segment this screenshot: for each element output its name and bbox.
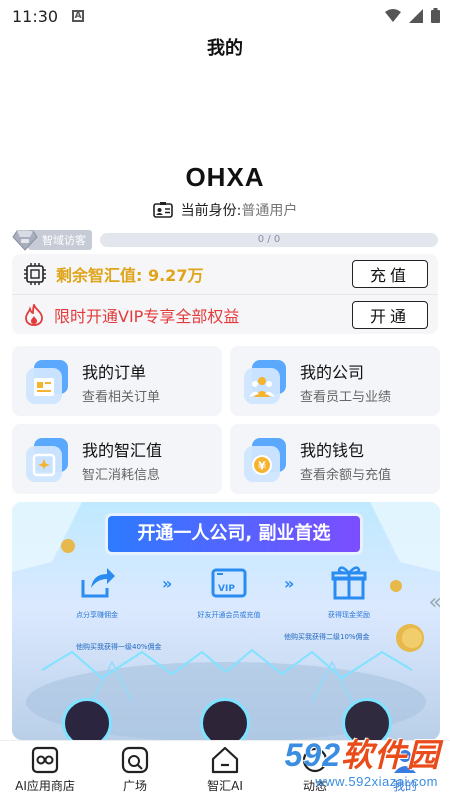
wifi-icon bbox=[385, 8, 401, 22]
benefit-card: 剩余智汇值: 9.27万 充值 限时开通VIP专享全部权益 开通 bbox=[12, 254, 438, 334]
tile-title: 我的订单 bbox=[82, 363, 147, 382]
recharge-button[interactable]: 充值 bbox=[352, 260, 428, 288]
vip-card-icon bbox=[211, 568, 247, 598]
site-watermark: 592软件园 www.592xiazai.com bbox=[230, 724, 450, 800]
nav-label: 广场 bbox=[122, 779, 147, 793]
flame-icon bbox=[25, 303, 43, 326]
wallet-icon: ¥ bbox=[244, 438, 286, 482]
promo-banner[interactable]: 开通一人公司, 副业首选 点分享赚佣金 » 好友开通会员或充值 VIP » 获得… bbox=[12, 502, 440, 740]
balance-row: 剩余智汇值: 9.27万 充值 bbox=[12, 254, 438, 294]
level-progress-bar: 0 / 0 bbox=[100, 233, 438, 247]
step-caption: 点分享赚佣金 bbox=[76, 611, 118, 619]
battery-icon bbox=[431, 8, 440, 23]
nav-square[interactable]: 广场 bbox=[90, 741, 180, 800]
balance-text: 剩余智汇值: 9.27万 bbox=[56, 266, 204, 285]
watermark-digits: 592 bbox=[284, 737, 341, 773]
notification-a-icon: A bbox=[72, 10, 85, 22]
banner-title: 开通一人公司, 副业首选 bbox=[108, 516, 360, 552]
tile-my-points[interactable]: 我的智汇值 智汇消耗信息 bbox=[12, 424, 222, 494]
identity-value: 普通用户 bbox=[241, 203, 298, 219]
status-icons bbox=[385, 8, 440, 23]
tier-right-text: 他购买我获得二级10%佣金 bbox=[284, 633, 370, 641]
level-row: 智域访客 0 / 0 bbox=[12, 228, 438, 252]
tile-my-orders[interactable]: 我的订单 查看相关订单 bbox=[12, 346, 222, 416]
chevron-right-icon: » bbox=[284, 574, 295, 593]
nav-label: AI应用商店 bbox=[15, 779, 75, 793]
tile-title: 我的智汇值 bbox=[82, 441, 163, 460]
username: OHXA bbox=[185, 162, 265, 192]
page-title: 我的 bbox=[207, 38, 243, 59]
vip-badge: VIP bbox=[218, 584, 235, 594]
chip-icon bbox=[24, 263, 46, 285]
tile-my-company[interactable]: 我的公司 查看员工与业绩 bbox=[230, 346, 440, 416]
identity-row: 当前身份:普通用户 bbox=[0, 200, 450, 220]
status-bar: 11:30 A bbox=[0, 0, 450, 32]
tile-title: 我的钱包 bbox=[300, 441, 365, 460]
step-caption: 获得现金奖励 bbox=[328, 611, 370, 619]
open-vip-button[interactable]: 开通 bbox=[352, 300, 428, 329]
company-icon bbox=[244, 360, 286, 404]
watermark-url: www.592xiazai.com bbox=[315, 774, 438, 789]
watermark-logo: 592软件园 bbox=[285, 730, 440, 776]
vip-promo-text: 限时开通VIP专享全部权益 bbox=[54, 306, 240, 326]
watermark-cn: 软件园 bbox=[340, 737, 440, 773]
banner-step-gift: 获得现金奖励 bbox=[304, 562, 394, 620]
tier-left-text: 他购买我获得一级40%佣金 bbox=[76, 643, 162, 651]
tile-title: 我的公司 bbox=[300, 363, 365, 382]
tile-my-wallet[interactable]: ¥ 我的钱包 查看余额与充值 bbox=[230, 424, 440, 494]
points-icon bbox=[26, 438, 68, 482]
share-icon bbox=[81, 568, 115, 598]
gift-icon bbox=[331, 566, 367, 600]
tile-subtitle: 查看相关订单 bbox=[82, 390, 161, 405]
tile-subtitle: 查看员工与业绩 bbox=[300, 390, 392, 405]
vip-row[interactable]: 限时开通VIP专享全部权益 开通 bbox=[12, 294, 438, 334]
id-card-icon bbox=[152, 202, 173, 218]
square-icon bbox=[121, 746, 149, 774]
nav-ai-store[interactable]: AI应用商店 bbox=[0, 741, 90, 800]
banner-step-share: 点分享赚佣金 bbox=[52, 562, 142, 620]
progress-text: 0 / 0 bbox=[257, 234, 281, 245]
chevron-right-icon: » bbox=[162, 574, 173, 593]
chevron-left-icon[interactable]: « bbox=[429, 590, 440, 615]
signal-icon bbox=[409, 8, 423, 23]
order-icon bbox=[26, 360, 68, 404]
avatar bbox=[62, 698, 112, 740]
ai-store-icon bbox=[31, 746, 59, 774]
step-caption: 好友开通会员或充值 bbox=[197, 611, 261, 619]
level-badge: 智域访客 bbox=[12, 229, 92, 251]
status-time: 11:30 bbox=[12, 6, 59, 26]
diamond-icon bbox=[12, 230, 38, 251]
tile-subtitle: 智汇消耗信息 bbox=[82, 468, 161, 483]
svg-text:¥: ¥ bbox=[258, 460, 266, 473]
tile-subtitle: 查看余额与充值 bbox=[300, 468, 392, 483]
identity-label: 当前身份: bbox=[180, 203, 242, 219]
